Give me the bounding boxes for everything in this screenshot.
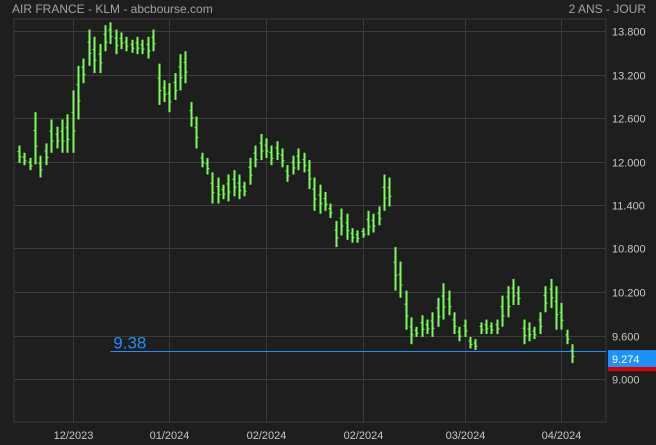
x-tick-label: 04/2024 (542, 430, 582, 442)
x-tick-label: 02/2024 (344, 430, 384, 442)
x-tick-label: 02/2024 (247, 430, 287, 442)
x-tick-label: 03/2024 (446, 430, 486, 442)
y-tick-label: 9.000 (612, 375, 640, 387)
y-tick-label: 11.400 (612, 201, 645, 213)
reference-line-label: 9.38 (113, 334, 146, 353)
y-tick-label: 13.800 (612, 27, 646, 39)
plot-frame (13, 18, 607, 423)
last-price-underline (608, 367, 656, 372)
chart-svg: 13.800 13.200 12.600 12.000 11.400 10.800 10.2… (13, 18, 656, 442)
y-tick-label: 12.600 (612, 114, 646, 126)
y-tick-label: 12.000 (612, 158, 646, 170)
stock-chart: AIR FRANCE - KLM - abcbourse.com 2 ANS -… (0, 0, 656, 445)
y-tick-label: 13.200 (612, 71, 646, 83)
y-tick-label: 10.200 (612, 288, 646, 300)
y-tick-label: 10.800 (612, 244, 646, 256)
last-price-label: 9.274 (612, 354, 640, 366)
x-tick-label: 12/2023 (54, 430, 94, 442)
x-tick-label: 01/2024 (150, 430, 190, 442)
y-tick-label: 9.600 (612, 332, 640, 344)
